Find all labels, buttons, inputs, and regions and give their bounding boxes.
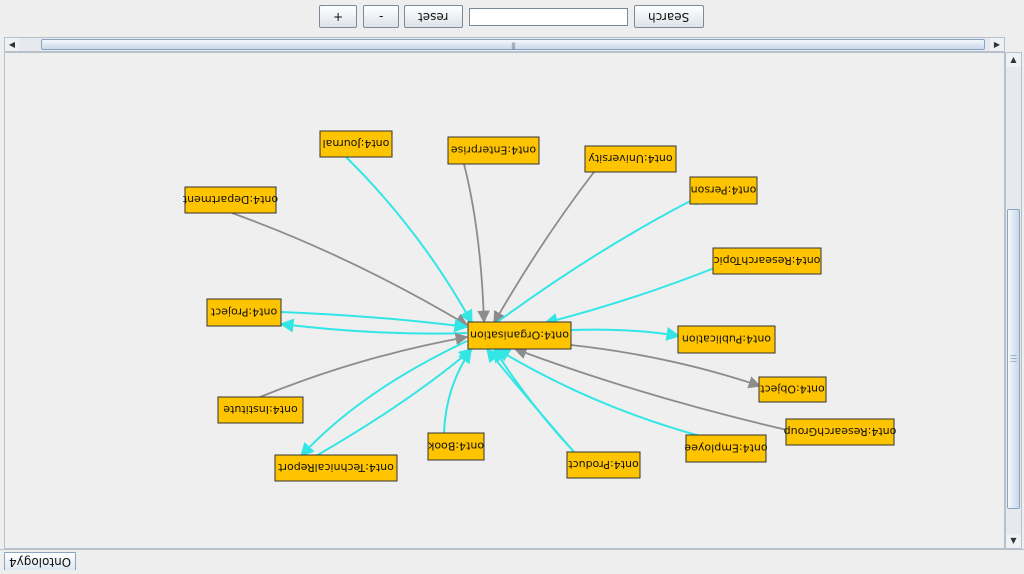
- grip-icon: |||: [510, 42, 516, 50]
- edge-project: [280, 311, 469, 333]
- node-label: ont4:Journal: [323, 137, 390, 150]
- zoom-out-button[interactable]: -: [363, 5, 399, 28]
- tab-label: Ontology4: [8, 555, 72, 569]
- edge-researchtopic: [543, 266, 718, 327]
- tab-strip: Ontology4: [0, 549, 1024, 574]
- ontology-graph[interactable]: ont4:Organisation ont4:Journal ont4:Enterp…: [5, 53, 1005, 549]
- node-label: ont4:Book: [427, 440, 484, 453]
- edge-publication: [279, 318, 468, 335]
- node-person[interactable]: ont4:Person: [689, 176, 758, 205]
- node-label: ont4:TechnicalReport: [277, 461, 393, 474]
- node-label: ont4:Organisation: [470, 329, 569, 342]
- scroll-down-icon[interactable]: ▼: [1006, 534, 1021, 548]
- reset-label: reset: [418, 10, 449, 24]
- vertical-scroll-thumb[interactable]: — — —: [1007, 209, 1020, 509]
- node-department[interactable]: ont4:Department: [182, 186, 278, 214]
- node-label: ont4:Department: [182, 193, 278, 206]
- node-enterprise[interactable]: ont4:Enterprise: [447, 136, 540, 165]
- node-object[interactable]: ont4:Object: [758, 376, 827, 403]
- scroll-left-icon[interactable]: ◀: [5, 38, 19, 51]
- node-book[interactable]: ont4:Book: [427, 432, 485, 461]
- node-label: ont4:ResearchGroup: [784, 425, 897, 438]
- node-employee[interactable]: ont4:Employee: [684, 434, 768, 463]
- nodes-layer: ont4:Organisation ont4:Journal ont4:Enterp…: [182, 130, 897, 482]
- edge-enterprise: [463, 163, 490, 324]
- node-label: ont4:University: [588, 152, 673, 165]
- node-label: ont4:Person: [691, 184, 757, 197]
- node-journal[interactable]: ont4:Journal: [319, 130, 393, 158]
- zoom-in-label: +: [332, 10, 344, 24]
- scroll-up-icon[interactable]: ▲: [1006, 53, 1021, 67]
- search-input[interactable]: [469, 8, 628, 26]
- grip-icon: — — —: [1010, 351, 1017, 366]
- edge-employee: [443, 348, 472, 434]
- zoom-out-label: -: [378, 10, 384, 24]
- horizontal-scrollbar[interactable]: ◀ ||| ▶: [4, 37, 1005, 52]
- node-project[interactable]: ont4:Project: [206, 298, 282, 327]
- node-label: ont4:Employee: [684, 442, 767, 455]
- graph-canvas[interactable]: ont4:Organisation ont4:Journal ont4:Enterp…: [4, 52, 1005, 549]
- node-label: ont4:Object: [760, 383, 825, 396]
- toolbar: + - reset Search: [0, 0, 1024, 36]
- vertical-scrollbar[interactable]: ▲ — — — ▼: [1005, 52, 1022, 549]
- edge-journal: [345, 156, 473, 325]
- scroll-right-icon[interactable]: ▶: [990, 38, 1004, 51]
- node-label: ont4:Enterprise: [451, 144, 537, 157]
- search-button[interactable]: Search: [634, 5, 704, 28]
- zoom-in-button[interactable]: +: [319, 5, 357, 28]
- node-technicalreport[interactable]: ont4:TechnicalReport: [274, 454, 398, 482]
- reset-button[interactable]: reset: [404, 5, 463, 28]
- node-researchgroup[interactable]: ont4:ResearchGroup: [784, 418, 897, 446]
- edge-researchgroup: [259, 332, 469, 398]
- edge-object: [570, 327, 681, 341]
- node-organisation[interactable]: ont4:Organisation: [467, 321, 572, 350]
- node-researchtopic[interactable]: ont4:ResearchTopic: [712, 247, 822, 275]
- node-product[interactable]: ont4:Product: [566, 451, 641, 479]
- node-label: ont4:Project: [210, 306, 277, 319]
- node-university[interactable]: ont4:University: [584, 145, 677, 173]
- node-label: ont4:Publication: [682, 333, 771, 346]
- node-label: ont4:Product: [568, 458, 639, 471]
- node-institute[interactable]: ont4:Institute: [217, 396, 304, 424]
- edge-book: [513, 347, 788, 431]
- node-label: ont4:ResearchTopic: [714, 254, 821, 267]
- edge-technicalreport: [493, 347, 575, 453]
- node-label: ont4:Institute: [223, 403, 298, 416]
- search-label: Search: [648, 10, 690, 24]
- tab-ontology[interactable]: Ontology4: [4, 552, 76, 570]
- edge-university: [493, 171, 595, 325]
- edge-person: [495, 193, 706, 324]
- edge-product: [495, 348, 701, 437]
- node-publication[interactable]: ont4:Publication: [677, 325, 776, 354]
- horizontal-scroll-thumb[interactable]: |||: [41, 39, 985, 50]
